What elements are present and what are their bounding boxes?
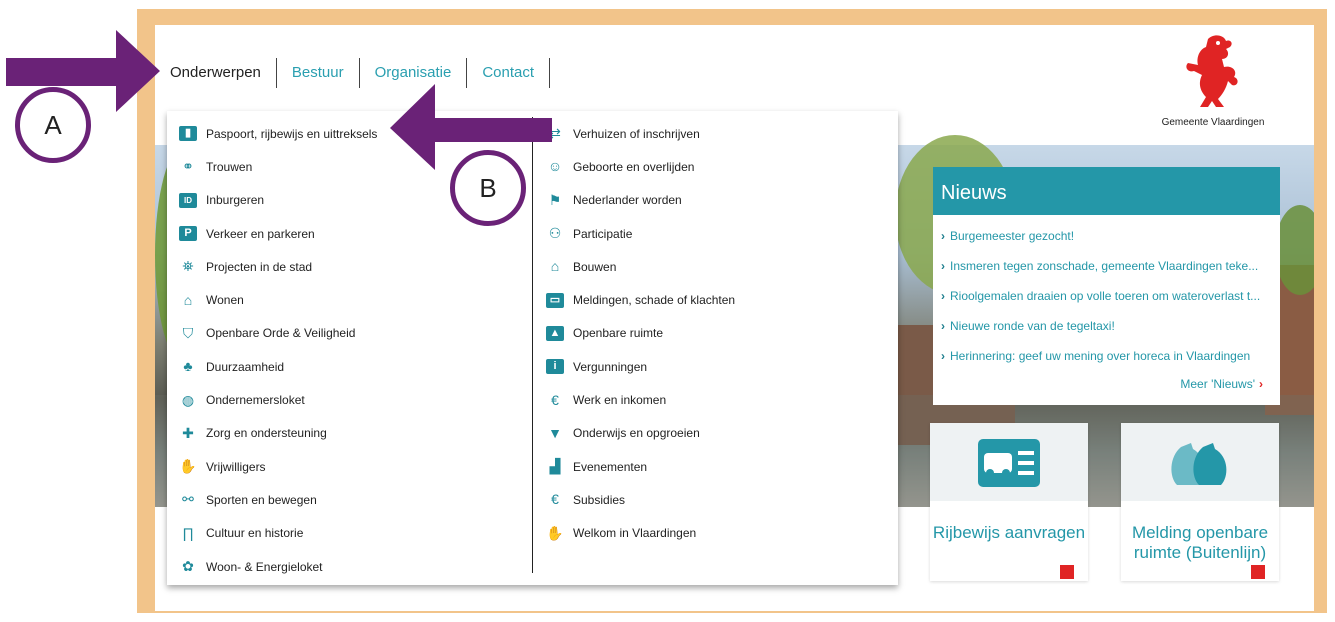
menu-item-zorg[interactable]: ✚ Zorg en ondersteuning bbox=[167, 417, 532, 450]
tile-melding[interactable]: Melding openbare ruimte (Buitenlijn) bbox=[1121, 423, 1279, 581]
news-item[interactable]: › Rioolgemalen draaien op volle toeren om… bbox=[933, 281, 1273, 311]
dropdown-column-right: ⇄ Verhuizen of inschrijven ☺ Geboorte en o… bbox=[543, 117, 893, 550]
people-icon: ⚇ bbox=[548, 225, 562, 242]
menu-item-ondernemersloket[interactable]: ◍ Ondernemersloket bbox=[167, 383, 532, 416]
plant-hand-icon: ♣ bbox=[183, 358, 193, 375]
menu-item-vrijwilligers[interactable]: ✋ Vrijwilligers bbox=[167, 450, 532, 483]
tile-corner-marker bbox=[1251, 565, 1265, 579]
tile-title: Rijbewijs aanvragen bbox=[932, 523, 1086, 542]
menu-item-subsidies[interactable]: € Subsidies bbox=[543, 483, 893, 516]
orange-frame: Onderwerpen Bestuur Organisatie Contact … bbox=[137, 9, 1327, 613]
municipality-logo[interactable]: Gemeente Vlaardingen bbox=[1148, 31, 1278, 128]
news-item[interactable]: › Insmeren tegen zonschade, gemeente Vlaa… bbox=[933, 251, 1273, 281]
tile-corner-marker bbox=[1060, 565, 1074, 579]
menu-item-paspoort[interactable]: ▮ Paspoort, rijbewijs en uittreksels bbox=[167, 117, 532, 150]
bags-icon bbox=[1171, 443, 1227, 485]
laptop-icon: ▭ bbox=[546, 292, 564, 308]
lion-crest-icon bbox=[1186, 35, 1238, 107]
menu-item-meldingen[interactable]: ▭ Meldingen, schade of klachten bbox=[543, 283, 893, 316]
house-icon: ⌂ bbox=[183, 291, 193, 308]
chevron-right-icon: › bbox=[941, 349, 945, 363]
moving-icon: ⇄ bbox=[549, 125, 561, 142]
news-item[interactable]: › Herinnering: geef uw mening over horeca… bbox=[933, 341, 1273, 371]
menu-item-woonloket[interactable]: ✿ Woon- & Energieloket bbox=[167, 550, 532, 583]
chevron-right-icon: › bbox=[1259, 377, 1263, 391]
tile-image bbox=[930, 423, 1088, 501]
permit-icon: i bbox=[546, 359, 564, 375]
website-viewport: Onderwerpen Bestuur Organisatie Contact … bbox=[155, 25, 1314, 611]
news-title: Nieuws bbox=[933, 167, 1280, 215]
rings-icon: ⚭ bbox=[182, 158, 194, 175]
hand-icon: ✋ bbox=[546, 524, 564, 541]
euro-hand-icon: € bbox=[551, 491, 559, 508]
menu-item-geboorte[interactable]: ☺ Geboorte en overlijden bbox=[543, 150, 893, 183]
care-hand-icon: ✚ bbox=[182, 424, 194, 441]
menu-item-werk[interactable]: € Werk en inkomen bbox=[543, 383, 893, 416]
passport-icon: ▮ bbox=[179, 126, 197, 142]
energy-icon: ✿ bbox=[182, 558, 194, 574]
nav-organisatie[interactable]: Organisatie bbox=[360, 58, 468, 88]
news-item[interactable]: › Nieuwe ronde van de tegeltaxi! bbox=[933, 311, 1273, 341]
main-nav: Onderwerpen Bestuur Organisatie Contact bbox=[155, 58, 551, 88]
menu-item-evenementen[interactable]: ▟ Evenementen bbox=[543, 450, 893, 483]
menu-item-sporten[interactable]: ⚯ Sporten en bewegen bbox=[167, 483, 532, 516]
hand-icon: ✋ bbox=[179, 458, 197, 475]
menu-item-openbare-orde[interactable]: ⛉ Openbare Orde & Veiligheid bbox=[167, 317, 532, 350]
annotation-circle-b: B bbox=[450, 150, 526, 226]
graduation-icon: ▼ bbox=[548, 424, 562, 441]
menu-item-nederlander[interactable]: ⚑ Nederlander worden bbox=[543, 184, 893, 217]
tile-rijbewijs[interactable]: Rijbewijs aanvragen bbox=[930, 423, 1088, 581]
nav-onderwerpen[interactable]: Onderwerpen bbox=[155, 58, 277, 88]
tile-image bbox=[1121, 423, 1279, 501]
onderwerpen-dropdown: ▮ Paspoort, rijbewijs en uittreksels ⚭ Tro… bbox=[167, 111, 898, 585]
chevron-right-icon: › bbox=[941, 229, 945, 243]
parking-icon: P bbox=[179, 226, 197, 242]
flag-icon: ⚑ bbox=[548, 191, 562, 208]
menu-item-projecten[interactable]: ⛯ Projecten in de stad bbox=[167, 250, 532, 283]
shield-icon: ⛉ bbox=[182, 324, 194, 341]
news-panel: Nieuws › Burgemeester gezocht! › Insmeren … bbox=[933, 167, 1280, 405]
events-icon: ▟ bbox=[549, 458, 561, 475]
nav-contact[interactable]: Contact bbox=[467, 58, 551, 88]
news-item[interactable]: › Burgemeester gezocht! bbox=[933, 221, 1273, 251]
bicycle-icon: ⚯ bbox=[182, 491, 194, 508]
chevron-right-icon: › bbox=[941, 319, 945, 333]
tile-title: Melding openbare ruimte (Buitenlijn) bbox=[1131, 523, 1269, 562]
menu-item-openbare-ruimte[interactable]: ▲ Openbare ruimte bbox=[543, 317, 893, 350]
handshake-icon: ◍ bbox=[181, 391, 195, 408]
nav-bestuur[interactable]: Bestuur bbox=[277, 58, 360, 88]
id-card-icon: ID bbox=[179, 192, 197, 208]
map-icon: ⛯ bbox=[182, 258, 194, 275]
menu-item-welkom[interactable]: ✋ Welkom in Vlaardingen bbox=[543, 517, 893, 550]
menu-item-vergunningen[interactable]: i Vergunningen bbox=[543, 350, 893, 383]
baby-icon: ☺ bbox=[547, 158, 563, 175]
menu-item-duurzaamheid[interactable]: ♣ Duurzaamheid bbox=[167, 350, 532, 383]
logo-text: Gemeente Vlaardingen bbox=[1161, 117, 1265, 128]
chevron-right-icon: › bbox=[941, 259, 945, 273]
menu-item-bouwen[interactable]: ⌂ Bouwen bbox=[543, 250, 893, 283]
menu-item-onderwijs[interactable]: ▼ Onderwijs en opgroeien bbox=[543, 417, 893, 450]
drivers-license-icon bbox=[978, 439, 1040, 487]
annotation-circle-a: A bbox=[15, 87, 91, 163]
arch-icon: ∏ bbox=[182, 524, 194, 541]
news-more-link[interactable]: Meer 'Nieuws' › bbox=[933, 377, 1280, 391]
menu-item-verhuizen[interactable]: ⇄ Verhuizen of inschrijven bbox=[543, 117, 893, 150]
chevron-right-icon: › bbox=[941, 289, 945, 303]
menu-item-wonen[interactable]: ⌂ Wonen bbox=[167, 283, 532, 316]
house-icon: ⌂ bbox=[550, 258, 560, 275]
euro-cycle-icon: € bbox=[551, 391, 559, 408]
menu-item-cultuur[interactable]: ∏ Cultuur en historie bbox=[167, 517, 532, 550]
menu-item-participatie[interactable]: ⚇ Participatie bbox=[543, 217, 893, 250]
public-space-icon: ▲ bbox=[546, 325, 564, 341]
